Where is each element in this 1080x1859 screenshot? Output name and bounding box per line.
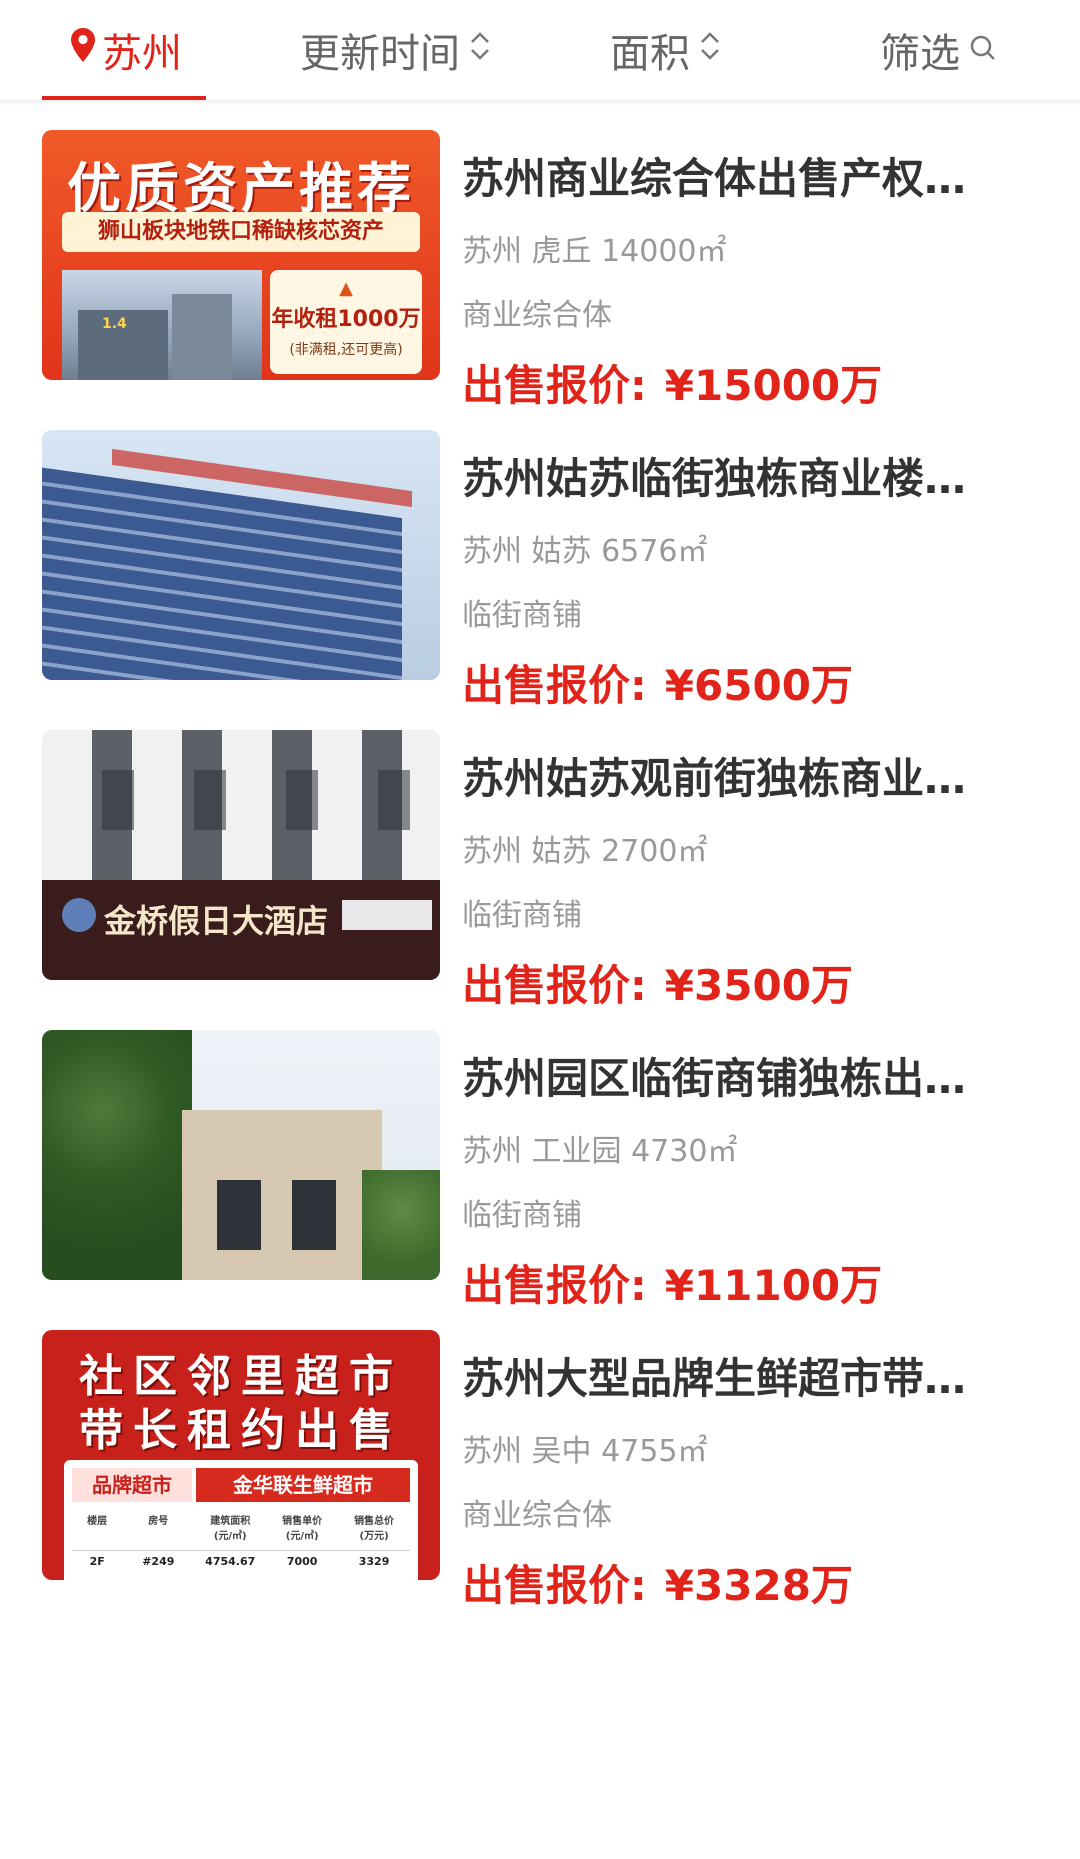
thumb-table-header-cell: 销售单价 (元/㎡) — [282, 1516, 323, 1542]
listing-title: 苏州园区临街商铺独栋出… — [462, 1054, 967, 1103]
tab-sort-area-label: 面积 — [610, 31, 690, 77]
tab-sort-updated-label: 更新时间 — [300, 31, 460, 77]
thumb-table-cell: 4754.67 — [205, 1555, 256, 1568]
listing-location-area: 苏州 姑苏 2700㎡ — [462, 834, 708, 869]
thumb-sign: 金桥假日大酒店 — [104, 902, 329, 940]
listing-card[interactable]: 金桥假日大酒店 苏州姑苏观前街独栋商业… 苏州 姑苏 2700㎡ 临街商铺 出售… — [0, 700, 1080, 1010]
thumb-rent-note: (非满租,还可更高) — [289, 342, 403, 358]
thumb-tag: 1.4 — [102, 316, 127, 332]
thumb-brand-label: 品牌超市 — [72, 1468, 192, 1502]
sort-updown-icon — [698, 27, 722, 73]
hotel-logo-icon — [62, 898, 96, 932]
search-icon — [968, 27, 998, 73]
sort-updown-icon — [468, 27, 492, 73]
listing-type: 临街商铺 — [462, 598, 582, 633]
listing-type: 临街商铺 — [462, 1198, 582, 1233]
listing-card[interactable]: 优质资产推荐 狮山板块地铁口稀缺核芯资产 1.4 ▲ 年收租1000万 (非满租… — [0, 100, 1080, 410]
thumb-table-header-cell: 楼层 — [87, 1516, 108, 1527]
listing-thumbnail: 优质资产推荐 狮山板块地铁口稀缺核芯资产 1.4 ▲ 年收租1000万 (非满租… — [42, 130, 440, 380]
triangle-up-icon: ▲ — [339, 278, 353, 299]
thumb-rent-title: 年收租1000万 — [271, 307, 421, 332]
price-label: 出售报价: — [462, 1561, 647, 1610]
listing-card[interactable]: 苏州园区临街商铺独栋出… 苏州 工业园 4730㎡ 临街商铺 出售报价: ¥111… — [0, 1000, 1080, 1310]
listing-thumbnail — [42, 430, 440, 680]
tab-filter[interactable]: 筛选 — [880, 0, 998, 100]
listing-location-area: 苏州 姑苏 6576㎡ — [462, 534, 708, 569]
listing-location-area: 苏州 工业园 4730㎡ — [462, 1134, 738, 1169]
listing-price: 出售报价: ¥3328万 — [462, 1552, 853, 1613]
listing-location-area: 苏州 虎丘 14000㎡ — [462, 234, 727, 269]
listing-title: 苏州商业综合体出售产权… — [462, 154, 967, 203]
thumb-table-row: 2F #249 4754.67 7000 3329 — [72, 1550, 410, 1568]
thumb-table-header-cell: 建筑面积 (元/㎡) — [210, 1516, 251, 1542]
listing-thumbnail — [42, 1030, 440, 1280]
thumb-rent-box: ▲ 年收租1000万 (非满租,还可更高) — [270, 270, 422, 374]
thumb-building-photo — [182, 1110, 382, 1280]
thumb-table-cell: 7000 — [286, 1555, 318, 1568]
tab-sort-area[interactable]: 面积 — [610, 0, 722, 100]
listing-card[interactable]: 社区邻里超市 带长租约出售 品牌超市 金华联生鲜超市 楼层 房号 建筑面积 (元… — [0, 1300, 1080, 1610]
thumb-line2: 带长租约出售 — [79, 1405, 403, 1456]
thumb-table-cell: 2F — [89, 1555, 105, 1568]
thumb-building-photo: 1.4 — [62, 270, 262, 380]
listing-type: 商业综合体 — [462, 298, 612, 333]
location-pin-icon — [70, 27, 96, 73]
thumb-tree — [42, 1030, 192, 1280]
tab-city-label: 苏州 — [102, 31, 182, 77]
thumb-table-header: 楼层 房号 建筑面积 (元/㎡) 销售单价 (元/㎡) 销售总价 (万元) — [72, 1512, 410, 1542]
tab-filter-label: 筛选 — [880, 31, 960, 77]
listing-title: 苏州姑苏临街独栋商业楼… — [462, 454, 967, 503]
listing-title: 苏州大型品牌生鲜超市带… — [462, 1354, 967, 1403]
price-value: ¥3328万 — [664, 1561, 853, 1610]
thumb-table-header-cell: 房号 — [148, 1516, 169, 1527]
thumb-table-header-cell: 销售总价 (万元) — [354, 1516, 395, 1542]
listing-type: 商业综合体 — [462, 1498, 612, 1533]
listing-type: 临街商铺 — [462, 898, 582, 933]
listing-thumbnail: 社区邻里超市 带长租约出售 品牌超市 金华联生鲜超市 楼层 房号 建筑面积 (元… — [42, 1330, 440, 1580]
tab-sort-updated[interactable]: 更新时间 — [300, 0, 492, 100]
thumb-table-cell: 3329 — [358, 1555, 390, 1568]
listing-thumbnail: 金桥假日大酒店 — [42, 730, 440, 980]
thumb-info-panel: 品牌超市 金华联生鲜超市 楼层 房号 建筑面积 (元/㎡) 销售单价 (元/㎡)… — [64, 1460, 418, 1580]
filter-bar: 苏州 更新时间 面积 筛选 — [0, 0, 1080, 101]
thumb-brand-name: 金华联生鲜超市 — [196, 1468, 410, 1502]
listing-location-area: 苏州 吴中 4755㎡ — [462, 1434, 708, 1469]
listing-title: 苏州姑苏观前街独栋商业… — [462, 754, 967, 803]
thumb-table-cell: #249 — [142, 1555, 175, 1568]
thumb-subline: 狮山板块地铁口稀缺核芯资产 — [62, 212, 420, 252]
tab-city[interactable]: 苏州 — [42, 0, 206, 100]
listing-card[interactable]: 苏州姑苏临街独栋商业楼… 苏州 姑苏 6576㎡ 临街商铺 出售报价: ¥6500… — [0, 400, 1080, 710]
